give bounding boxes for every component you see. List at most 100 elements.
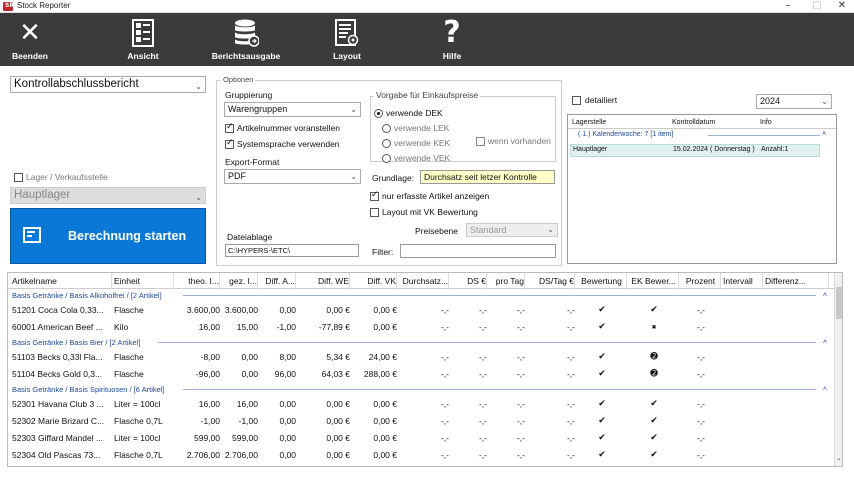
table-cell: -8,00 [200,352,220,362]
ek-rating-icon: ➋ [650,352,658,362]
scrollbar-thumb[interactable] [836,287,842,319]
layout-vk-checkbox[interactable] [370,208,379,217]
ek-rating-icon: ✖ [651,324,657,331]
system-language-checkbox[interactable] [225,138,234,149]
table-cell: Liter = 100cl [114,433,161,443]
maximize-button[interactable]: □ [806,0,828,13]
radio-lek[interactable] [382,124,391,133]
lager-checkbox[interactable] [14,173,23,182]
column-header[interactable]: Diff. VK [352,273,397,289]
collapse-icon[interactable]: ˄ [823,336,827,349]
col-info[interactable]: Info [760,119,772,126]
table-row[interactable]: 51104 Becks Gold 0,3... Flasche -96,00 0,00… [8,366,834,383]
table-cell: -,- [440,433,449,443]
price-level-value: Standard [470,225,507,235]
ansicht-button[interactable]: Ansicht [118,13,168,66]
column-header[interactable]: DS/Tag € [527,273,575,289]
radio-kek[interactable] [382,139,391,148]
report-type-select[interactable]: Kontrollabschlussbericht ⌄ [10,76,206,93]
export-format-select[interactable]: PDF ⌄ [224,169,361,184]
minimize-button[interactable]: – [777,0,799,13]
table-cell: -,- [566,369,575,379]
group-title: Basis Getränke / Basis Alkoholfrei / [2 … [12,291,162,300]
storage-label: Dateiablage [227,232,273,242]
table-cell: -,- [516,352,525,362]
table-row[interactable]: 51103 Becks 0,33l Fla... Flasche -8,00 0,00… [8,349,834,366]
group-header[interactable]: Basis Getränke / Basis Spirituosen / [6 … [8,383,834,396]
detailed-checkbox[interactable] [572,96,581,105]
table-row[interactable]: 52304 Old Pascas 73... Flasche 0,7L 2.706,… [8,447,834,464]
grouping-select[interactable]: Warengruppen ⌄ [224,102,361,117]
col-kontrolldatum[interactable]: Kontrolldatum [672,119,715,126]
chevron-down-icon: ⌄ [350,172,357,181]
berichtsausgabe-label: Berichtsausgabe [211,51,281,61]
layout-button[interactable]: Layout [322,13,372,66]
grid-scrollbar[interactable]: ⌄ [834,273,842,466]
group-divider [158,342,816,343]
year-select[interactable]: 2024 ⌄ [756,94,832,109]
table-cell: -,- [566,416,575,426]
table-row[interactable]: 60001 American Beef ... Kilo 16,00 15,00 -1,… [8,319,834,336]
beenden-button[interactable]: ✕ Beenden [5,13,55,66]
table-row[interactable]: 52301 Havana Club 3 ... Liter = 100cl 16,0… [8,396,834,413]
column-header[interactable]: gez. I... [222,273,258,289]
hilfe-button[interactable]: ? Hilfe [427,13,477,66]
column-header[interactable]: Intervall [723,273,763,289]
scroll-down-icon[interactable]: ⌄ [836,454,842,462]
start-calculation-button[interactable]: Berechnung starten [10,208,206,264]
column-header[interactable]: DS € [451,273,487,289]
column-header[interactable]: pro Tag [489,273,525,289]
close-window-button[interactable]: ✕ [831,0,853,13]
column-header[interactable]: theo. I... [176,273,220,289]
table-cell: 96,00 [274,369,296,379]
column-header[interactable]: Artikelname [12,273,112,289]
column-header[interactable]: Durchsatz... [399,273,449,289]
if-available-checkbox[interactable] [476,137,485,146]
table-cell: Liter = 100cl [114,399,161,409]
table-row[interactable]: 51201 Coca Cola 0,33... Flasche 3.600,00 3.… [8,302,834,319]
table-cell: -,- [440,352,449,362]
ek-rating-icon: ➋ [650,369,658,379]
table-cell: 0,00 € [373,322,397,332]
view-list-icon [132,19,154,47]
berichtsausgabe-button[interactable]: Berichtsausgabe [206,13,286,66]
table-cell: 599,00 [194,433,220,443]
collapse-icon[interactable]: ˄ [823,383,827,396]
column-header[interactable]: Diff. WE [298,273,350,289]
rating-icon: ✔ [598,416,606,426]
table-cell: 16,00 [198,322,220,332]
radio-dek[interactable] [374,109,383,118]
column-header[interactable]: Einheit [114,273,174,289]
rating-icon: ✔ [598,450,606,460]
column-header[interactable]: Differenz... [765,273,829,289]
filter-input[interactable] [400,244,556,258]
control-row-lager: Hauptlager [573,146,608,153]
basis-field[interactable]: Durchsatz seit letzer Kontrolle [420,170,555,184]
system-language-label: Systemsprache verwenden [237,139,340,149]
only-captured-label: nur erfasste Artikel anzeigen [382,191,490,201]
only-captured-checkbox[interactable] [370,190,379,201]
table-cell: -,- [440,322,449,332]
collapse-icon[interactable]: ˄ [823,289,827,302]
col-lagerstelle[interactable]: Lagerstelle [572,119,606,126]
table-cell: -,- [696,369,706,379]
group-header[interactable]: Basis Getränke / Basis Bier / [2 Artikel… [8,336,834,349]
control-row[interactable]: Hauptlager 15.02.2024 ( Donnerstag ) Anz… [570,144,820,157]
column-header[interactable]: EK Bewer... [629,273,679,289]
column-header[interactable]: Prozent [681,273,721,289]
table-cell: 3.600,00 [224,305,258,315]
week-group-header[interactable]: ( 1.) Kalenderwoche: 7 [1 item] [578,131,673,138]
lager-select[interactable]: Hauptlager ⌄ [10,187,206,204]
radio-vek[interactable] [382,154,391,163]
table-row[interactable]: 52302 Marie Brizard C... Flasche 0,7L -1,0… [8,413,834,430]
collapse-icon[interactable]: ˄ [822,131,826,138]
table-row[interactable]: 52303 Giffard Mandel ... Liter = 100cl 599… [8,430,834,447]
price-level-select[interactable]: Standard ⌄ [466,223,558,237]
article-number-checkbox[interactable] [225,122,234,133]
column-header[interactable]: Bewertung [577,273,627,289]
chevron-down-icon: ⌄ [350,105,357,114]
storage-path-input[interactable]: C:\HYPERS-\ETC\ [225,244,359,257]
table-cell: Flasche 0,7L [114,450,163,460]
group-header[interactable]: Basis Getränke / Basis Alkoholfrei / [2 … [8,289,834,302]
column-header[interactable]: Diff. A... [260,273,296,289]
